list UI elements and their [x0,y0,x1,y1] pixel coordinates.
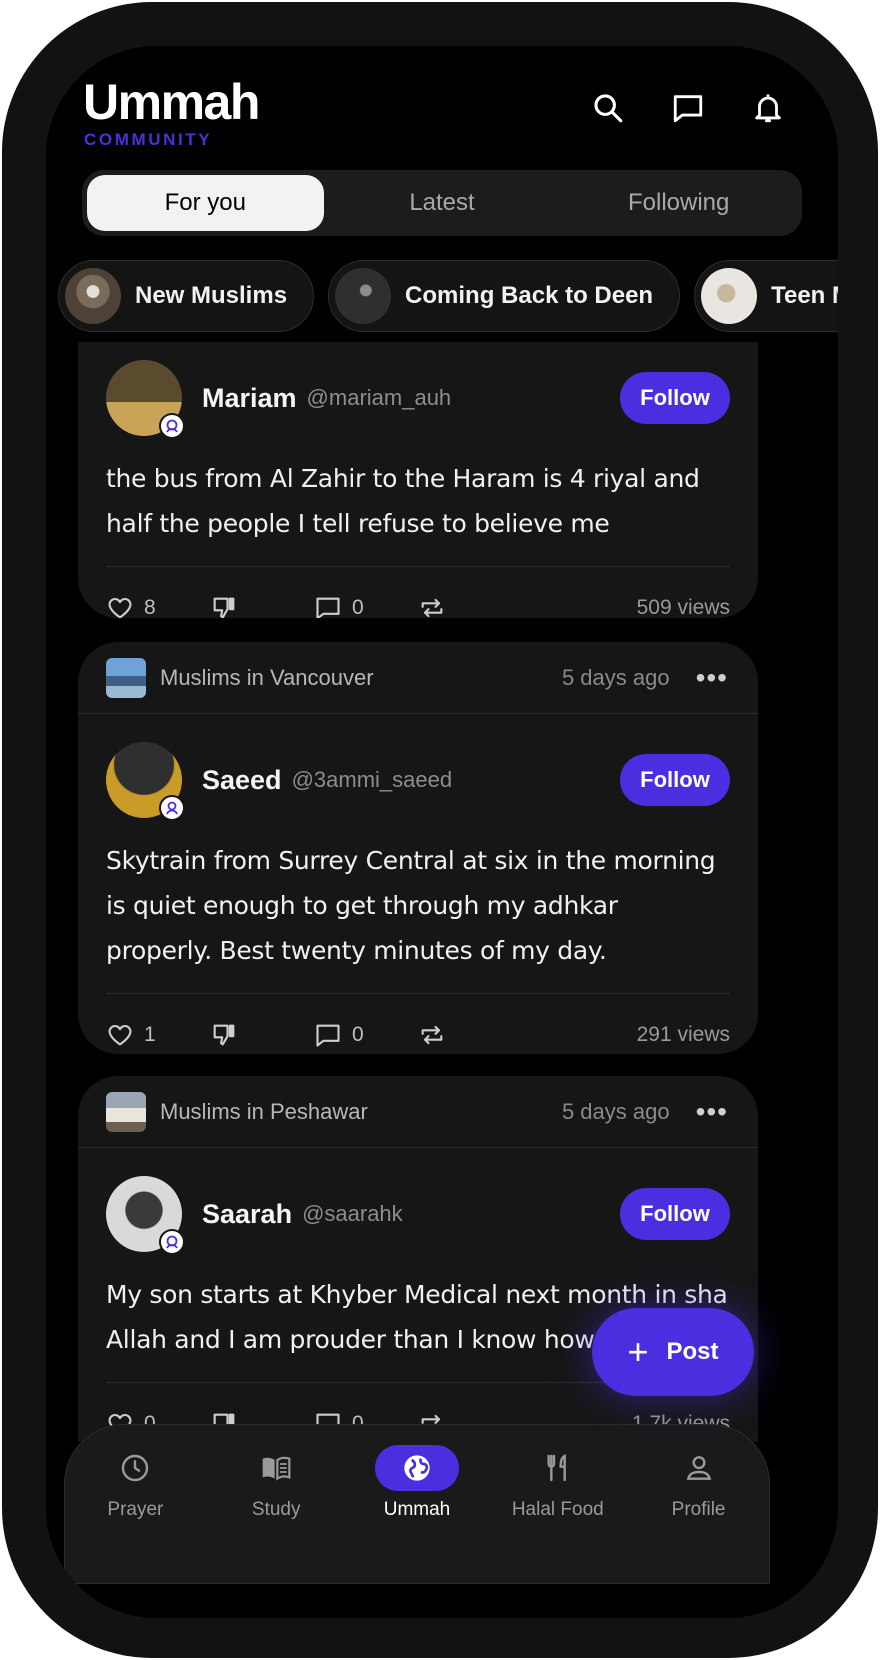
author-row: Mariam @mariam_auh Follow [106,352,730,444]
comment-icon [316,597,340,618]
chip-avatar [65,268,121,324]
thumbs-down-icon [213,597,235,618]
nav-item-prayer[interactable]: Prayer [75,1445,195,1583]
person-icon [657,1445,741,1491]
nav-label: Halal Food [511,1499,604,1520]
post-text: the bus from Al Zahir to the Haram is 4 … [106,464,700,538]
group-thumbnail[interactable] [106,1091,146,1132]
post-text: Skytrain from Surrey Central at six in t… [106,846,716,965]
avatar[interactable] [106,360,185,439]
author-name[interactable]: Saeed [202,765,282,796]
author-handle: @saarahk [302,1201,403,1226]
bottom-nav: Prayer Study Ummah Halal Food Profile [64,1424,770,1584]
repost-icon [421,598,443,617]
avatar[interactable] [106,742,185,821]
book-icon [234,1445,318,1491]
view-count: 291 views [636,1022,730,1046]
new-post-button[interactable]: + Post [592,1308,754,1396]
author-name[interactable]: Mariam [202,383,297,414]
sister-badge-icon [159,413,185,439]
comment-button[interactable]: 0 [314,1021,418,1049]
comment-button[interactable]: 0 [314,594,418,619]
app-logo: Ummah COMMUNITY [83,74,260,150]
post-group-header: Muslims in Peshawar 5 days ago ••• [78,1076,758,1148]
chip-label: Teen M [771,282,838,309]
comment-icon [316,1024,340,1047]
author-handle: @3ammi_saeed [291,767,453,792]
chip-avatar [701,268,758,324]
chip-new-muslims[interactable]: New Muslims [58,260,315,332]
post-time: 5 days ago [561,664,670,690]
header-actions [586,86,790,130]
repost-button[interactable] [418,594,446,619]
nav-label: Ummah [383,1499,451,1520]
plus-icon: + [627,1331,649,1372]
tab-following[interactable]: Following [560,175,797,231]
chip-avatar [335,268,392,324]
globe-icon [374,1445,459,1491]
clock-icon [93,1445,177,1491]
bell-icon[interactable] [746,86,790,130]
tab-for-you[interactable]: For you [87,175,324,231]
nav-item-study[interactable]: Study [216,1445,336,1583]
repost-button[interactable] [418,1021,446,1049]
group-name[interactable]: Muslims in Vancouver [160,665,562,691]
thumbs-down-icon [213,1024,235,1045]
follow-button[interactable]: Follow [620,372,730,424]
post-card: Mariam @mariam_auh Follow the bus from A… [78,342,758,618]
group-name[interactable]: Muslims in Peshawar [160,1099,562,1125]
nav-label: Prayer [107,1499,164,1520]
like-count: 8 [144,595,156,619]
view-count: 509 views [636,595,730,619]
message-icon[interactable] [666,86,710,130]
group-thumbnail[interactable] [106,657,146,698]
community-chips: New Muslims Coming Back to Deen Teen M [58,260,838,332]
post-actions: 8 0 509 views [106,566,730,618]
dislike-button[interactable] [210,1021,314,1049]
chip-label: Coming Back to Deen [405,282,654,309]
chip-coming-back-to-deen[interactable]: Coming Back to Deen [328,260,681,332]
chip-teen-muslims[interactable]: Teen M [694,260,838,332]
nav-label: Study [251,1499,301,1520]
author-name[interactable]: Saarah [202,1199,292,1230]
tab-latest[interactable]: Latest [324,175,561,231]
avatar[interactable] [106,1176,185,1255]
post-actions: 1 0 291 views [106,993,730,1054]
post-card: Muslims in Vancouver 5 days ago ••• Saee… [78,642,758,1054]
app-title: Ummah [83,74,260,130]
follow-button[interactable]: Follow [620,754,730,806]
follow-button[interactable]: Follow [620,1188,730,1240]
like-button[interactable]: 1 [106,1021,210,1049]
comment-count: 0 [352,595,364,619]
nav-item-halal-food[interactable]: Halal Food [498,1445,618,1583]
brother-badge-icon [159,795,185,821]
post-group-header: Muslims in Vancouver 5 days ago ••• [78,642,758,714]
heart-icon [108,597,132,618]
utensils-icon [516,1445,600,1491]
author-row: Saarah @saarahk Follow [106,1168,730,1260]
heart-icon [108,1024,132,1045]
post-feed[interactable]: Mariam @mariam_auh Follow the bus from A… [78,342,758,1442]
sister-badge-icon [159,1229,185,1255]
nav-label: Profile [671,1499,726,1520]
app-subtitle: COMMUNITY [84,130,213,149]
search-icon[interactable] [586,86,630,130]
post-time: 5 days ago [561,1098,670,1124]
author-handle: @mariam_auh [306,385,452,410]
new-post-label: Post [666,1338,719,1365]
nav-item-profile[interactable]: Profile [639,1445,759,1583]
nav-item-ummah[interactable]: Ummah [357,1445,477,1583]
repost-icon [421,1025,443,1044]
phone-frame: Ummah COMMUNITY For you Latest Following… [2,2,878,1658]
dislike-button[interactable] [210,594,314,619]
chip-label: New Muslims [135,282,288,309]
more-options-icon[interactable]: ••• [696,1097,728,1125]
more-options-icon[interactable]: ••• [696,663,728,691]
author-row: Saeed @3ammi_saeed Follow [106,734,730,826]
feed-tabs: For you Latest Following [82,170,802,236]
like-button[interactable]: 8 [106,594,210,619]
like-count: 1 [144,1022,156,1046]
comment-count: 0 [352,1022,364,1046]
